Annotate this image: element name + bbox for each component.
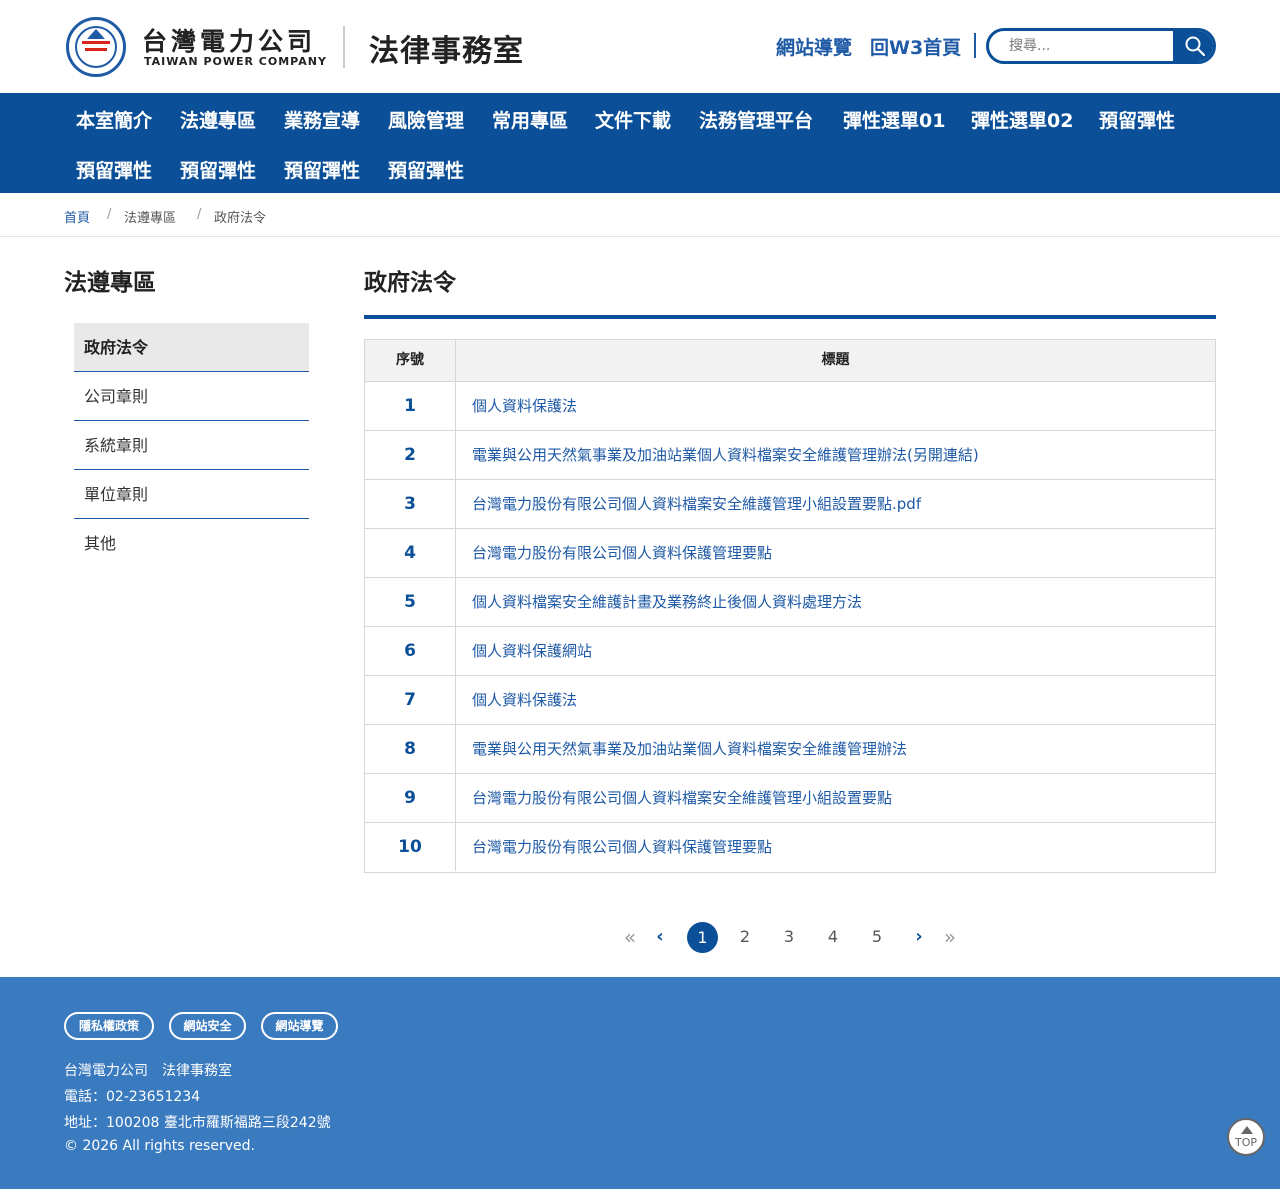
nav-item-downloads[interactable]: 文件下載 — [595, 106, 671, 133]
row-title-link[interactable]: 個人資料保護法 — [472, 676, 577, 724]
row-title-link[interactable]: 台灣電力股份有限公司個人資料檔案安全維護管理小組設置要點 — [472, 774, 892, 822]
regulations-table: 序號 標題 1 個人資料保護法 2 電業與公用天然氣事業及加油站業個人資料檔案安… — [364, 339, 1216, 873]
nav-item-reserved[interactable]: 預留彈性 — [180, 156, 256, 183]
nav-item-reserved[interactable]: 預留彈性 — [1099, 106, 1175, 133]
table-row: 5 個人資料檔案安全維護計畫及業務終止後個人資料處理方法 — [365, 578, 1215, 627]
site-header: 台灣電力公司 TAIWAN POWER COMPANY 法律事務室 網站導覽 回… — [0, 0, 1280, 93]
table-row: 6 個人資料保護網站 — [365, 627, 1215, 676]
table-row: 9 台灣電力股份有限公司個人資料檔案安全維護管理小組設置要點 — [365, 774, 1215, 823]
pagination-last-icon[interactable]: » — [940, 922, 960, 952]
pagination-page[interactable]: 2 — [735, 922, 755, 952]
row-title-link[interactable]: 個人資料保護法 — [472, 382, 577, 430]
arrow-up-icon — [1241, 1126, 1253, 1134]
breadcrumb-current: 政府法令 — [214, 211, 267, 226]
footer-phone: 電話：02-23651234 — [64, 1089, 201, 1105]
footer-sitemap-link[interactable]: 網站導覽 — [261, 1012, 338, 1040]
page-title: 政府法令 — [364, 270, 456, 296]
table-row: 7 個人資料保護法 — [365, 676, 1215, 725]
row-number: 9 — [365, 774, 456, 822]
column-header-title: 標題 — [821, 352, 850, 368]
company-name-en[interactable]: TAIWAN POWER COMPANY — [144, 55, 327, 68]
table-row: 8 電業與公用天然氣事業及加油站業個人資料檔案安全維護管理辦法 — [365, 725, 1215, 774]
footer-security-link[interactable]: 網站安全 — [169, 1012, 246, 1040]
row-number: 1 — [365, 382, 456, 430]
pagination-page-current[interactable]: 1 — [687, 922, 718, 953]
sidebar-title: 法遵專區 — [64, 270, 156, 296]
taipower-logo-icon[interactable] — [66, 17, 126, 77]
back-to-top-button[interactable]: TOP — [1227, 1118, 1265, 1156]
site-title[interactable]: 法律事務室 — [369, 26, 524, 70]
row-title-link[interactable]: 台灣電力股份有限公司個人資料保護管理要點 — [472, 823, 772, 871]
row-number: 6 — [365, 627, 456, 675]
column-header-number: 序號 — [365, 340, 456, 381]
nav-item-compliance[interactable]: 法遵專區 — [180, 106, 256, 133]
footer-address: 地址：100208 臺北市羅斯福路三段242號 — [64, 1115, 331, 1131]
row-number: 3 — [365, 480, 456, 528]
row-number: 8 — [365, 725, 456, 773]
row-title-link[interactable]: 電業與公用天然氣事業及加油站業個人資料檔案安全維護管理辦法(另開連結) — [472, 431, 979, 479]
row-number: 7 — [365, 676, 456, 724]
sidebar-item-system-rules[interactable]: 系統章則 — [74, 421, 309, 470]
pagination-next-icon[interactable]: › — [909, 922, 929, 952]
site-footer: 隱私權政策 網站安全 網站導覽 台灣電力公司 法律事務室 電話：02-23651… — [0, 977, 1280, 1189]
search-button[interactable] — [1173, 31, 1213, 61]
table-row: 10 台灣電力股份有限公司個人資料保護管理要點 — [365, 823, 1215, 872]
row-title-link[interactable]: 個人資料檔案安全維護計畫及業務終止後個人資料處理方法 — [472, 578, 862, 626]
title-underline — [364, 315, 1216, 319]
row-title-link[interactable]: 電業與公用天然氣事業及加油站業個人資料檔案安全維護管理辦法 — [472, 725, 907, 773]
breadcrumb-separator: / — [107, 207, 112, 222]
row-number: 10 — [365, 823, 456, 871]
company-name-zh[interactable]: 台灣電力公司 — [142, 22, 316, 58]
breadcrumb-section[interactable]: 法遵專區 — [124, 207, 176, 226]
footer-privacy-link[interactable]: 隱私權政策 — [64, 1012, 154, 1040]
nav-item-legal-platform[interactable]: 法務管理平台 — [699, 106, 813, 133]
nav-item-common[interactable]: 常用專區 — [492, 106, 568, 133]
pagination-page[interactable]: 5 — [867, 922, 887, 952]
table-row: 1 個人資料保護法 — [365, 382, 1215, 431]
pagination-prev-icon[interactable]: ‹ — [650, 922, 670, 952]
row-title-link[interactable]: 台灣電力股份有限公司個人資料檔案安全維護管理小組設置要點.pdf — [472, 480, 921, 528]
sidebar-item-company-rules[interactable]: 公司章則 — [74, 372, 309, 421]
row-number: 4 — [365, 529, 456, 577]
pagination-page[interactable]: 3 — [779, 922, 799, 952]
table-row: 2 電業與公用天然氣事業及加油站業個人資料檔案安全維護管理辦法(另開連結) — [365, 431, 1215, 480]
breadcrumb: 首頁 / 法遵專區 / 政府法令 — [0, 193, 1280, 237]
w3-home-link[interactable]: 回W3首頁 — [870, 33, 961, 60]
footer-copyright: © 2026 All rights reserved. — [64, 1138, 255, 1154]
pagination-first-icon[interactable]: « — [620, 922, 640, 952]
sidebar-item-unit-rules[interactable]: 單位章則 — [74, 470, 309, 519]
breadcrumb-home[interactable]: 首頁 — [64, 207, 90, 226]
row-title-link[interactable]: 個人資料保護網站 — [472, 627, 592, 675]
pagination-page[interactable]: 4 — [823, 922, 843, 952]
search-icon — [1185, 36, 1206, 57]
nav-item-reserved[interactable]: 預留彈性 — [284, 156, 360, 183]
row-number: 5 — [365, 578, 456, 626]
nav-item-risk[interactable]: 風險管理 — [388, 106, 464, 133]
nav-item-about[interactable]: 本室簡介 — [76, 106, 152, 133]
header-divider — [343, 26, 345, 68]
sitemap-link[interactable]: 網站導覽 — [776, 33, 852, 60]
sidebar-item-other[interactable]: 其他 — [74, 519, 309, 568]
footer-org: 台灣電力公司 法律事務室 — [64, 1063, 232, 1079]
breadcrumb-separator: / — [197, 207, 202, 222]
top-links-divider — [974, 33, 976, 58]
search-box — [986, 28, 1216, 64]
table-header: 序號 標題 — [365, 340, 1215, 382]
back-to-top-label: TOP — [1234, 1136, 1257, 1149]
nav-item-flex-01[interactable]: 彈性選單01 — [843, 106, 945, 133]
nav-item-reserved[interactable]: 預留彈性 — [388, 156, 464, 183]
nav-item-promotion[interactable]: 業務宣導 — [284, 106, 360, 133]
table-row: 3 台灣電力股份有限公司個人資料檔案安全維護管理小組設置要點.pdf — [365, 480, 1215, 529]
nav-item-reserved[interactable]: 預留彈性 — [76, 156, 152, 183]
search-input[interactable] — [989, 31, 1173, 61]
row-title-link[interactable]: 台灣電力股份有限公司個人資料保護管理要點 — [472, 529, 772, 577]
sidebar-item-gov-regulations[interactable]: 政府法令 — [74, 323, 309, 372]
row-number: 2 — [365, 431, 456, 479]
nav-item-flex-02[interactable]: 彈性選單02 — [971, 106, 1073, 133]
table-row: 4 台灣電力股份有限公司個人資料保護管理要點 — [365, 529, 1215, 578]
main-nav: 本室簡介 法遵專區 業務宣導 風險管理 常用專區 文件下載 法務管理平台 彈性選… — [0, 93, 1280, 193]
